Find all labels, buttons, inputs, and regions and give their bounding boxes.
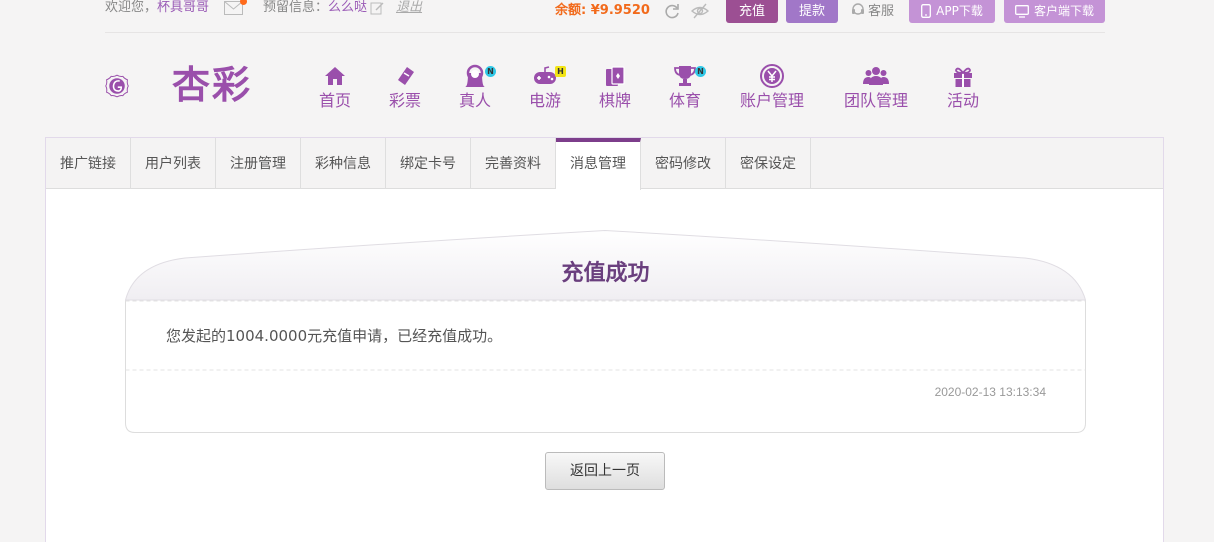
tab-user-list[interactable]: 用户列表 <box>131 138 216 189</box>
tab-bind-card[interactable]: 绑定卡号 <box>386 138 471 189</box>
tab-promo-link[interactable]: 推广链接 <box>46 138 131 189</box>
nav-lottery[interactable]: 彩票 <box>387 63 423 112</box>
message-title: 充值成功 <box>561 261 650 286</box>
nav-team-management-label: 团队管理 <box>843 91 908 110</box>
message-card: 充值成功 您发起的1004.0000元充值申请，已经充值成功。 2020-02-… <box>125 230 1086 433</box>
nav-promotions-label: 活动 <box>946 91 979 110</box>
nav-live-dealer-label: 真人 <box>458 91 491 110</box>
nav-sports[interactable]: 体育 N <box>667 63 706 112</box>
refresh-icon[interactable] <box>663 2 681 20</box>
home-icon <box>325 67 345 85</box>
nav-sports-label: 体育 <box>668 91 701 110</box>
welcome-prefix: 欢迎您， <box>105 0 158 15</box>
reserve-info: 预留信息：么么哒 <box>263 0 367 16</box>
withdraw-button[interactable]: 提款 <box>786 0 838 23</box>
client-download-label: 客户端下载 <box>1033 4 1094 18</box>
new-badge: N <box>695 66 706 77</box>
brand-logo-text[interactable]: 杏彩 <box>172 60 252 110</box>
tab-messages[interactable]: 消息管理 <box>556 138 641 190</box>
nav-card-games[interactable]: 棋牌 <box>597 63 633 112</box>
dealer-icon <box>465 64 485 87</box>
nav-promotions[interactable]: 活动 <box>945 63 981 112</box>
ticket-icon <box>398 67 414 85</box>
nav-egames-label: 电游 <box>528 91 561 110</box>
service-label: 客服 <box>868 4 895 19</box>
hide-balance-icon[interactable] <box>690 2 710 20</box>
tab-lottery-info[interactable]: 彩种信息 <box>301 138 386 189</box>
brand-logo-icon[interactable] <box>105 55 167 117</box>
nav-live-dealer[interactable]: 真人 N <box>457 63 496 112</box>
nav-team-management[interactable]: 团队管理 <box>841 63 911 112</box>
nav-account-management-label: 账户管理 <box>739 91 804 110</box>
gift-icon <box>954 67 972 87</box>
header-divider <box>105 32 1105 33</box>
nav-card-games-label: 棋牌 <box>598 91 631 110</box>
nav-home[interactable]: 首页 <box>317 63 353 112</box>
client-download-button[interactable]: 客户端下载 <box>1004 0 1105 23</box>
trophy-icon <box>674 66 696 86</box>
unread-dot <box>240 0 247 5</box>
message-body: 您发起的1004.0000元充值申请，已经充值成功。 <box>166 327 503 345</box>
cards-icon <box>606 66 625 86</box>
tab-bar: 推广链接 用户列表 注册管理 彩种信息 绑定卡号 完善资料 消息管理 密码修改 … <box>46 138 1163 190</box>
customer-service-link[interactable]: 客服 <box>851 2 894 21</box>
phone-icon <box>921 4 932 18</box>
headset-icon <box>852 3 864 15</box>
app-download-label: APP下载 <box>936 4 983 18</box>
reserve-prefix: 预留信息： <box>263 0 329 15</box>
welcome-text: 欢迎您，杯具哥哥 <box>105 0 209 16</box>
username[interactable]: 杯具哥哥 <box>157 0 209 15</box>
tab-security-question[interactable]: 密保设定 <box>726 138 811 189</box>
nav-egames[interactable]: 电游 H <box>527 63 566 112</box>
tab-password[interactable]: 密码修改 <box>641 138 726 189</box>
content-panel: 推广链接 用户列表 注册管理 彩种信息 绑定卡号 完善资料 消息管理 密码修改 … <box>45 137 1164 542</box>
tab-registration[interactable]: 注册管理 <box>216 138 301 189</box>
recharge-button[interactable]: 充值 <box>726 0 778 23</box>
tab-profile[interactable]: 完善资料 <box>471 138 556 189</box>
new-badge: N <box>485 66 496 77</box>
balance-text: 余额: ¥9.9520 <box>555 3 650 18</box>
reserve-value: 么么哒 <box>328 0 368 15</box>
nav-home-label: 首页 <box>318 91 351 110</box>
message-timestamp: 2020-02-13 13:13:34 <box>934 385 1046 399</box>
nav-account-management[interactable]: 账户管理 <box>737 63 807 112</box>
app-download-button[interactable]: APP下载 <box>909 0 995 23</box>
yen-coin-icon <box>760 64 784 88</box>
logout-link[interactable]: 退出 <box>396 0 422 16</box>
back-button[interactable]: 返回上一页 <box>545 452 665 490</box>
edit-icon[interactable] <box>370 1 384 15</box>
monitor-icon <box>1015 5 1029 18</box>
nav-lottery-label: 彩票 <box>388 91 421 110</box>
team-icon <box>863 67 889 85</box>
top-bar: 欢迎您，杯具哥哥 预留信息：么么哒 退出 余额: ¥9.9520 充值 提款 客… <box>0 0 1214 30</box>
hot-badge: H <box>555 66 566 77</box>
